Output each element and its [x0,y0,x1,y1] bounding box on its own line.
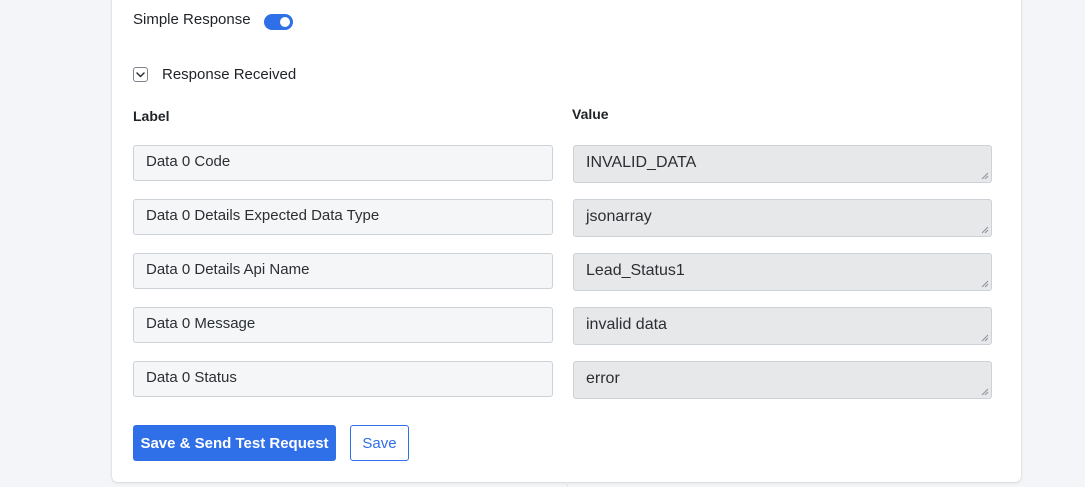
value-field-3[interactable]: invalid data [573,307,992,345]
label-column-header: Label [133,108,170,124]
value-field-4[interactable]: error [573,361,992,399]
save-button[interactable]: Save [350,425,409,461]
value-column-header: Value [572,106,609,122]
response-received-checkbox[interactable] [133,67,148,82]
simple-response-toggle[interactable] [263,13,293,30]
label-field-0[interactable]: Data 0 Code [133,145,553,181]
value-field-0[interactable]: INVALID_DATA [573,145,992,183]
resize-handle-icon[interactable] [981,334,989,342]
resize-handle-icon[interactable] [981,388,989,396]
value-text-2: Lead_Status1 [586,262,685,279]
chevron-down-icon [136,71,145,77]
label-field-4[interactable]: Data 0 Status [133,361,553,397]
value-text-0: INVALID_DATA [586,154,697,171]
resize-handle-icon[interactable] [981,280,989,288]
label-field-1[interactable]: Data 0 Details Expected Data Type [133,199,553,235]
toggle-knob [279,16,290,27]
value-field-2[interactable]: Lead_Status1 [573,253,992,291]
column-divider [567,482,568,487]
value-field-1[interactable]: jsonarray [573,199,992,237]
resize-handle-icon[interactable] [981,226,989,234]
value-text-4: error [586,370,620,387]
save-and-send-test-request-button[interactable]: Save & Send Test Request [133,425,336,461]
label-field-2[interactable]: Data 0 Details Api Name [133,253,553,289]
simple-response-label: Simple Response [133,11,251,28]
value-text-1: jsonarray [586,208,652,225]
response-received-row: Response Received [133,66,296,83]
response-received-label: Response Received [162,66,297,83]
label-field-3[interactable]: Data 0 Message [133,307,553,343]
value-text-3: invalid data [586,316,667,333]
simple-response-row: Simple Response [133,11,293,30]
resize-handle-icon[interactable] [981,172,989,180]
